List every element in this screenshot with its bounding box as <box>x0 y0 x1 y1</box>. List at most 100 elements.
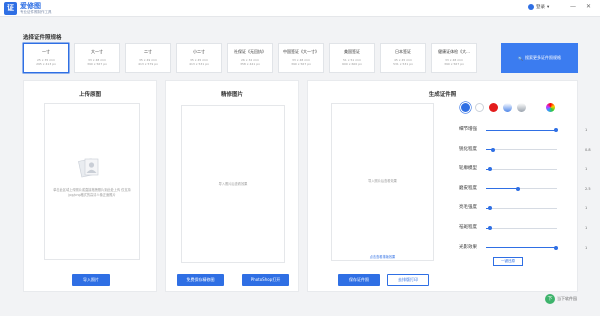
size-px: 413 x 531 px <box>189 62 209 66</box>
size-px: 413 x 579 px <box>138 62 158 66</box>
save-photo-button[interactable]: 保存证件照 <box>338 274 380 286</box>
slider-label: 轮廓模型 <box>459 166 477 172</box>
size-name: 美国签证 <box>344 49 360 54</box>
result-hint: 导入照片后查看效果 <box>368 179 397 183</box>
slider-handle[interactable] <box>491 147 496 152</box>
size-px: 390 x 567 px <box>291 62 311 66</box>
slider-fill <box>486 188 518 190</box>
section-title: 选择证件照规格 <box>23 35 62 41</box>
size-card[interactable]: 小二寸 35 x 45 mm 413 x 531 px <box>176 43 222 73</box>
size-card[interactable]: 美国签证 51 x 51 mm 600 x 600 px <box>329 43 375 73</box>
chevron-down-icon: ▾ <box>547 4 550 10</box>
slider-track[interactable] <box>486 186 557 191</box>
slider-track[interactable] <box>486 167 557 172</box>
search-more-label: 搜索更多证件照规格 <box>524 55 561 60</box>
watermark: 下 当下软件园 <box>545 294 577 304</box>
size-card[interactable]: 中国签证《大一寸》 33 x 48 mm 390 x 567 px <box>278 43 324 73</box>
reset-button[interactable]: 一键还原 <box>493 257 523 266</box>
close-button[interactable]: ✕ <box>586 3 591 11</box>
slider-row: 轮廓模型 1 <box>459 165 594 173</box>
bg-white-swatch[interactable] <box>475 103 484 112</box>
refine-hint: 导入照片后查看效果 <box>218 182 248 186</box>
print-layout-button[interactable]: 去排版打印 <box>387 274 429 286</box>
slider-row: 锐化程度 0.8 <box>459 146 594 154</box>
search-more-sizes-button[interactable]: 🔍 搜索更多证件照规格 <box>501 43 578 73</box>
search-icon: 🔍 <box>518 55 523 61</box>
slider-label: 光影效果 <box>459 244 477 250</box>
watermark-text: 当下软件园 <box>557 296 577 301</box>
slider-label: 细节增强 <box>459 127 477 132</box>
bg-blue-swatch[interactable] <box>461 103 470 112</box>
size-name: 健康证体检《大... <box>438 49 470 54</box>
size-px: 358 x 441 px <box>240 62 260 66</box>
bg-gradient-blue-swatch[interactable] <box>503 103 512 112</box>
size-name: 社保证《无回执》 <box>234 49 266 54</box>
app-logo-icon: 证 <box>4 2 17 15</box>
import-photo-button[interactable]: 导入照片 <box>72 274 110 286</box>
slider-label: 锐化程度 <box>459 146 477 152</box>
refine-panel-title: 精修图片 <box>220 92 243 98</box>
size-name: 二寸 <box>144 49 152 54</box>
slider-row: 亮毛强度 1 <box>459 204 594 212</box>
size-card[interactable]: 日本签证 45 x 45 mm 531 x 531 px <box>380 43 426 73</box>
watermark-logo-icon: 下 <box>545 294 555 304</box>
size-card[interactable]: 大一寸 33 x 48 mm 390 x 567 px <box>74 43 120 73</box>
save-refined-button[interactable]: 免费保存精修图 <box>177 274 224 286</box>
minimize-button[interactable]: — <box>570 3 576 11</box>
size-card[interactable]: 一寸 25 x 35 mm 295 x 413 px <box>23 43 69 73</box>
slider-value: 0.8 <box>585 147 591 152</box>
slider-handle[interactable] <box>553 128 558 132</box>
slider-row: 祛斑程度 1 <box>459 224 594 232</box>
slider-row: 磨皮程度 2.5 <box>459 185 594 193</box>
slider-handle[interactable] <box>487 167 492 172</box>
slider-track[interactable] <box>486 245 558 250</box>
app-subtitle: 专业证件照制作工具 <box>20 10 52 14</box>
slider-track[interactable] <box>486 147 557 152</box>
user-name: 登录 <box>536 5 545 10</box>
slider-handle[interactable] <box>553 245 558 250</box>
refine-preview-area: 导入照片后查看效果 <box>181 105 285 263</box>
size-px: 531 x 531 px <box>393 62 413 66</box>
slider-row: 细节增强 1 <box>459 126 594 134</box>
upload-hint: 单击此区域上传照片或直接拖拽照片到此处上传 仅支持jpg/png格式的高清人像正… <box>53 188 131 197</box>
upload-panel: 上传原图 单击此区域上传照片或直接拖拽照片到此处上传 仅支持jpg/png格式的… <box>23 80 157 292</box>
size-card[interactable]: 社保证《无回执》 26 x 32 mm 358 x 441 px <box>227 43 273 73</box>
size-name: 日本签证 <box>395 49 411 54</box>
slider-track[interactable] <box>486 206 557 211</box>
top-bar: 证 爱修图 专业证件照制作工具 登录 ▾ — ✕ <box>0 0 600 17</box>
bg-red-swatch[interactable] <box>489 103 498 112</box>
slider-row: 光影效果 1 <box>459 244 594 252</box>
bg-gray-swatch[interactable] <box>517 103 526 112</box>
slider-track[interactable] <box>486 226 557 230</box>
size-name: 一寸 <box>42 49 50 54</box>
refine-panel: 精修图片 导入照片后查看效果 免费保存精修图 PhotoShop打开 <box>165 80 299 292</box>
size-card[interactable]: 二寸 35 x 49 mm 413 x 579 px <box>125 43 171 73</box>
slider-fill <box>486 247 556 249</box>
size-px: 295 x 413 px <box>36 62 56 66</box>
size-name: 中国签证《大一寸》 <box>283 49 319 54</box>
size-px: 390 x 567 px <box>444 62 464 66</box>
color-picker-icon[interactable] <box>546 103 555 112</box>
slider-value: 2.5 <box>585 186 591 191</box>
slider-value: 1 <box>585 206 588 211</box>
size-px: 390 x 567 px <box>87 62 107 66</box>
upload-drop-zone[interactable]: 单击此区域上传照片或直接拖拽照片到此处上传 仅支持jpg/png格式的高清人像正… <box>44 103 140 260</box>
size-px: 600 x 600 px <box>342 62 362 66</box>
size-name: 小二寸 <box>193 49 205 54</box>
slider-handle[interactable] <box>515 186 520 191</box>
slider-value: 1 <box>585 226 588 230</box>
size-name: 大一寸 <box>91 49 103 54</box>
slider-value: 1 <box>585 245 588 250</box>
size-card[interactable]: 健康证体检《大... 33 x 48 mm 390 x 567 px <box>431 43 477 73</box>
user-avatar-icon <box>528 4 534 10</box>
slider-label: 祛斑程度 <box>459 225 477 230</box>
slider-handle[interactable] <box>487 206 492 211</box>
upload-panel-title: 上传原图 <box>78 92 101 98</box>
view-layout-link[interactable]: 点击查看排版效果 <box>331 255 434 260</box>
slider-track[interactable] <box>486 128 558 132</box>
slider-label: 磨皮程度 <box>459 185 477 191</box>
user-menu[interactable]: 登录 ▾ <box>528 4 549 10</box>
slider-handle[interactable] <box>487 226 492 230</box>
slider-label: 亮毛强度 <box>459 205 477 211</box>
photoshop-open-button[interactable]: PhotoShop打开 <box>242 274 289 286</box>
